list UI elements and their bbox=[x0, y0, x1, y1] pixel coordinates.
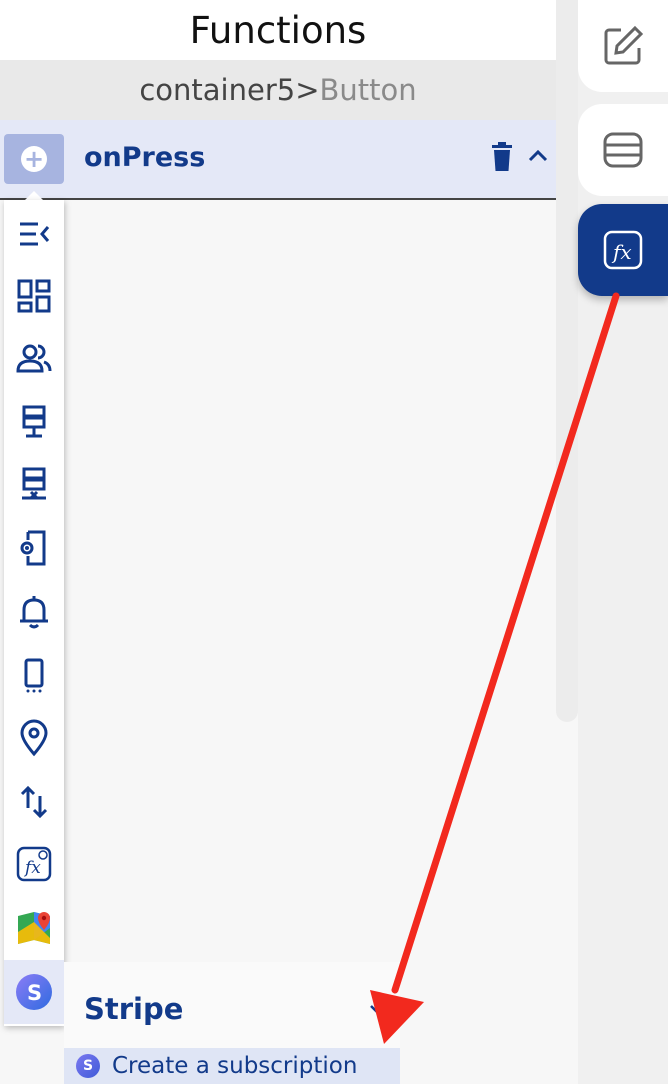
submenu-item-create-subscription[interactable]: S Create a subscription bbox=[64, 1048, 400, 1084]
panel-title: Functions bbox=[0, 0, 556, 60]
submenu-item-label: Create a subscription bbox=[112, 1053, 358, 1079]
breadcrumb-current: Button bbox=[319, 73, 417, 107]
custom-function-icon[interactable]: fx bbox=[4, 836, 64, 892]
swap-vertical-icon[interactable] bbox=[4, 774, 64, 830]
stripe-submenu: Stripe S Create a subscription bbox=[64, 962, 400, 1084]
svg-text:S: S bbox=[27, 981, 42, 1005]
functions-panel: Functions container5 > Button + onPress bbox=[0, 0, 556, 1084]
mobile-settings-icon[interactable] bbox=[4, 520, 64, 576]
event-header-onpress[interactable]: + onPress bbox=[0, 120, 556, 200]
function-fx-icon: fx bbox=[603, 230, 643, 270]
panel-scrollbar[interactable] bbox=[556, 0, 578, 722]
edit-icon bbox=[604, 25, 644, 65]
breadcrumb: container5 > Button bbox=[0, 60, 556, 120]
submenu-title: Stripe bbox=[84, 992, 184, 1026]
trash-icon[interactable] bbox=[490, 142, 514, 172]
bell-icon[interactable] bbox=[4, 584, 64, 640]
breadcrumb-separator: > bbox=[295, 73, 320, 107]
location-pin-icon[interactable] bbox=[4, 710, 64, 766]
dashboard-icon[interactable] bbox=[4, 268, 64, 324]
users-icon[interactable] bbox=[4, 330, 64, 386]
collapse-menu-icon[interactable] bbox=[4, 206, 64, 262]
server-icon[interactable] bbox=[4, 394, 64, 450]
chevron-down-icon[interactable] bbox=[368, 1000, 388, 1020]
add-action-button[interactable]: + bbox=[4, 134, 64, 184]
plus-circle-icon: + bbox=[21, 146, 47, 172]
svg-text:fx: fx bbox=[23, 858, 41, 878]
server-remove-icon[interactable] bbox=[4, 456, 64, 512]
event-label: onPress bbox=[84, 142, 206, 173]
google-maps-icon[interactable] bbox=[4, 900, 64, 956]
database-tool-button[interactable] bbox=[578, 104, 668, 196]
category-strip: fx S bbox=[4, 200, 64, 1026]
edit-tool-button[interactable] bbox=[578, 0, 668, 92]
database-icon bbox=[603, 132, 643, 168]
svg-text:fx: fx bbox=[611, 240, 632, 264]
stripe-badge-icon: S bbox=[76, 1054, 100, 1078]
function-tool-button[interactable]: fx bbox=[578, 204, 668, 296]
smartphone-icon[interactable] bbox=[4, 648, 64, 704]
chevron-up-icon[interactable] bbox=[526, 144, 550, 168]
stripe-icon[interactable]: S bbox=[4, 960, 64, 1024]
breadcrumb-parent[interactable]: container5 bbox=[139, 73, 295, 107]
